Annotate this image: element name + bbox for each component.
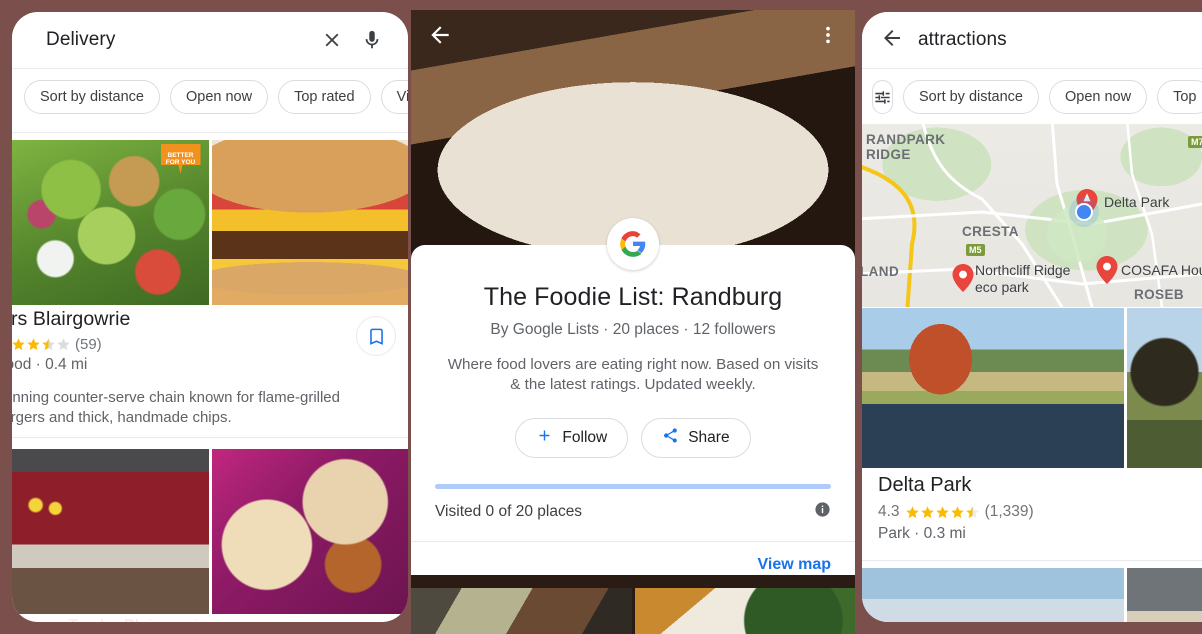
list-info-card: The Foodie List: Randburg By Google List…: [411, 245, 855, 575]
share-icon: [662, 427, 679, 449]
restaurant-thumb-photo[interactable]: [411, 588, 632, 634]
view-map-link[interactable]: View map: [411, 542, 855, 574]
list-title: The Foodie List: Randburg: [411, 283, 855, 312]
chip-open-now[interactable]: Open now: [1049, 80, 1147, 114]
mini-map[interactable]: RANDPARK RIDGE CRESTA LAND ROSEB M5 M7 D…: [862, 124, 1202, 307]
plant-bowl-thumb-photo[interactable]: [635, 588, 856, 634]
screen: Delivery Sort by distance Open now Top r…: [0, 0, 1202, 634]
divider: [862, 560, 1202, 561]
list-detail-panel: The Foodie List: Randburg By Google List…: [411, 10, 855, 634]
listing-rating: 4.3 (1,339): [878, 503, 1202, 521]
visited-row: Visited 0 of 20 places: [435, 501, 831, 523]
listing-description: -running counter-serve chain known for f…: [12, 388, 394, 428]
burger-photo[interactable]: [212, 140, 409, 305]
right-listing-photo-row-2: [862, 568, 1202, 622]
right-search-bar[interactable]: attractions: [862, 12, 1202, 68]
right-filter-chips: Sort by distance Open now Top: [862, 74, 1202, 120]
left-listing-photo-row-2: [12, 449, 408, 614]
share-button[interactable]: Share: [641, 418, 750, 458]
tune-filter-icon[interactable]: [872, 80, 893, 114]
close-icon[interactable]: [312, 20, 352, 60]
back-arrow-icon[interactable]: [427, 22, 453, 53]
left-listing-info[interactable]: ers Blairgowrie (59) Food · 0.4 mi -runn…: [12, 308, 408, 428]
center-top-bar: [411, 10, 855, 64]
left-filter-chips: Sort by distance Open now Top rated Visi…: [12, 74, 408, 120]
right-listing-info[interactable]: Delta Park 4.3 (1,339) Park · 0.3 mi: [862, 474, 1202, 543]
star-rating-icons: [12, 337, 71, 352]
wrap-food-photo[interactable]: [212, 449, 409, 614]
google-g-logo: [607, 218, 659, 270]
follow-label: Follow: [562, 429, 607, 447]
chip-visited[interactable]: Visited: [381, 80, 408, 114]
map-pin-northcliff[interactable]: [952, 264, 972, 291]
chip-sort-by-distance[interactable]: Sort by distance: [24, 80, 160, 114]
map-area-label-cresta: CRESTA: [962, 224, 1019, 239]
map-pin-cosafa[interactable]: [1096, 256, 1116, 283]
cloudy-sky-photo[interactable]: [1127, 568, 1202, 622]
list-subtitle: By Google Lists · 20 places · 12 followe…: [411, 321, 855, 339]
info-icon[interactable]: [814, 501, 831, 523]
map-place-cosafa: COSAFA Hou: [1121, 262, 1202, 279]
visited-text: Visited 0 of 20 places: [435, 503, 582, 521]
chip-top-rated[interactable]: Top: [1157, 80, 1202, 114]
chip-sort-by-distance[interactable]: Sort by distance: [903, 80, 1039, 114]
visited-progress-wrap: [435, 484, 831, 489]
blue-dot-location: [1075, 203, 1093, 221]
back-arrow-icon[interactable]: [880, 26, 904, 55]
follow-button[interactable]: Follow: [515, 418, 628, 458]
chip-top-rated[interactable]: Top rated: [278, 80, 370, 114]
city-skyline-photo[interactable]: [862, 568, 1124, 622]
salad-photo[interactable]: BETTERFOR YOU: [12, 140, 209, 305]
left-search-panel: Delivery Sort by distance Open now Top r…: [12, 12, 408, 622]
map-area-label-rosebank: ROSEB: [1134, 287, 1184, 302]
microphone-icon[interactable]: [352, 20, 392, 60]
star-rating-icons: [905, 505, 980, 520]
rating-value: 4.3: [878, 503, 900, 521]
right-listing-photo-row: [862, 308, 1202, 468]
list-description: Where food lovers are eating right now. …: [411, 355, 855, 395]
list-action-buttons: Follow Share: [411, 418, 855, 458]
restaurant-interior-photo[interactable]: [12, 449, 209, 614]
map-place-northcliff: Northcliff Ridge eco park: [975, 262, 1075, 296]
map-place-delta-park: Delta Park: [1104, 194, 1169, 211]
right-search-panel: attractions Sort by distance Open now To…: [862, 12, 1202, 622]
bare-tree-photo[interactable]: [1127, 308, 1202, 468]
center-bottom-photos: [411, 588, 855, 634]
listing-title: Delta Park: [878, 474, 1202, 497]
map-area-label-land: LAND: [862, 264, 899, 279]
review-count: (59): [75, 336, 102, 353]
chip-open-now[interactable]: Open now: [170, 80, 268, 114]
more-vertical-icon[interactable]: [817, 24, 839, 51]
plus-icon: [536, 427, 553, 449]
left-search-input[interactable]: Delivery: [46, 29, 312, 51]
listing-category-distance: Food · 0.4 mi: [12, 356, 408, 374]
next-listing-faded-title: Tambo Blairgowrie: [12, 616, 408, 622]
highway-m5-badge: M5: [966, 244, 985, 256]
lake-autumn-photo[interactable]: [862, 308, 1124, 468]
left-listing-photo-row: BETTERFOR YOU: [12, 140, 408, 305]
review-count: (1,339): [985, 503, 1034, 521]
listing-rating: (59): [12, 336, 408, 353]
share-label: Share: [688, 429, 729, 447]
right-search-input[interactable]: attractions: [918, 29, 1007, 51]
visited-progress-bar: [435, 484, 831, 489]
map-area-label-randpark: RANDPARK RIDGE: [866, 132, 946, 162]
listing-title: ers Blairgowrie: [12, 308, 408, 331]
listing-category-distance: Park · 0.3 mi: [878, 525, 1202, 543]
bookmark-icon[interactable]: [356, 316, 396, 356]
left-search-bar[interactable]: Delivery: [12, 12, 408, 68]
highway-m7-badge: M7: [1188, 136, 1202, 148]
